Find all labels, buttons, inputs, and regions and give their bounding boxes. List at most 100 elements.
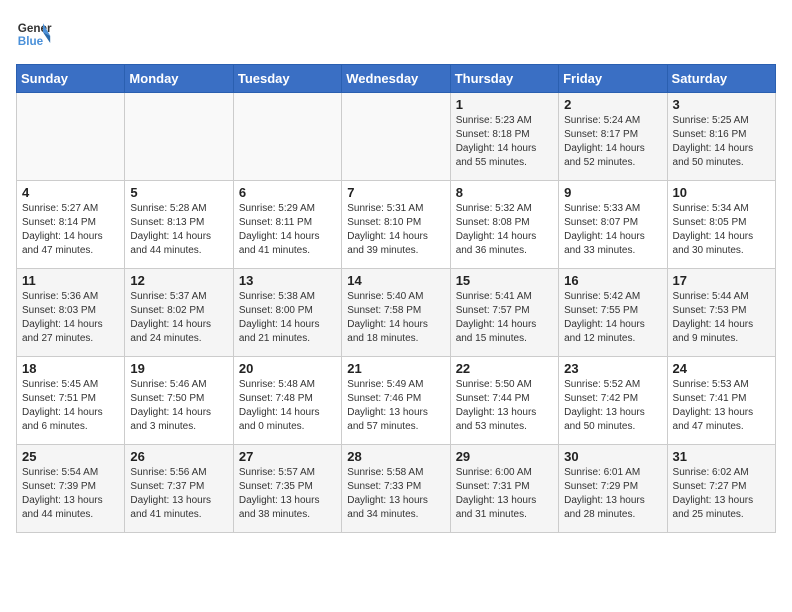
day-number: 28 — [347, 449, 444, 464]
logo: General Blue — [16, 16, 52, 52]
calendar-cell: 17 Sunrise: 5:44 AM Sunset: 7:53 PM Dayli… — [667, 269, 775, 357]
calendar-body: 1 Sunrise: 5:23 AM Sunset: 8:18 PM Daylig… — [17, 93, 776, 533]
calendar-cell: 27 Sunrise: 5:57 AM Sunset: 7:35 PM Dayli… — [233, 445, 341, 533]
calendar-cell: 5Sunrise: 5:28 AM Sunset: 8:13 PM Daylig… — [125, 181, 233, 269]
day-info: Sunrise: 5:58 AM Sunset: 7:33 PM Dayligh… — [347, 466, 444, 522]
day-number: 30 — [564, 449, 661, 464]
day-number: 24 — [673, 361, 770, 376]
day-number: 23 — [564, 361, 661, 376]
day-info: Sunrise: 5:33 AM Sunset: 8:07 PM Dayligh… — [564, 202, 661, 258]
day-number: 26 — [130, 449, 227, 464]
day-info: Sunrise: 6:00 AM Sunset: 7:31 PM Dayligh… — [456, 466, 553, 522]
day-number: 4 — [22, 185, 119, 200]
header-cell-sunday: Sunday — [17, 65, 125, 93]
day-number: 29 — [456, 449, 553, 464]
calendar-cell: 31 Sunrise: 6:02 AM Sunset: 7:27 PM Dayli… — [667, 445, 775, 533]
day-info: Sunrise: 5:57 AM Sunset: 7:35 PM Dayligh… — [239, 466, 336, 522]
day-number: 7 — [347, 185, 444, 200]
day-number: 11 — [22, 273, 119, 288]
day-number: 12 — [130, 273, 227, 288]
day-info: Sunrise: 5:23 AM Sunset: 8:18 PM Dayligh… — [456, 114, 553, 170]
day-number: 8 — [456, 185, 553, 200]
calendar-cell: 7 Sunrise: 5:31 AM Sunset: 8:10 PM Daylig… — [342, 181, 450, 269]
day-info: Sunrise: 5:53 AM Sunset: 7:41 PM Dayligh… — [673, 378, 770, 434]
day-info: Sunrise: 5:49 AM Sunset: 7:46 PM Dayligh… — [347, 378, 444, 434]
day-number: 22 — [456, 361, 553, 376]
day-number: 13 — [239, 273, 336, 288]
day-number: 31 — [673, 449, 770, 464]
calendar-cell: 28 Sunrise: 5:58 AM Sunset: 7:33 PM Dayli… — [342, 445, 450, 533]
calendar-cell: 4 Sunrise: 5:27 AM Sunset: 8:14 PM Daylig… — [17, 181, 125, 269]
day-info: Sunrise: 5:42 AM Sunset: 7:55 PM Dayligh… — [564, 290, 661, 346]
day-info: Sunrise: 5:50 AM Sunset: 7:44 PM Dayligh… — [456, 378, 553, 434]
week-row-1: 1 Sunrise: 5:23 AM Sunset: 8:18 PM Daylig… — [17, 93, 776, 181]
day-number: 19 — [130, 361, 227, 376]
day-info: Sunrise: 5:46 AM Sunset: 7:50 PM Dayligh… — [130, 378, 227, 434]
day-info: Sunrise: 5:27 AM Sunset: 8:14 PM Dayligh… — [22, 202, 119, 258]
calendar-cell: 24 Sunrise: 5:53 AM Sunset: 7:41 PM Dayli… — [667, 357, 775, 445]
calendar-cell: 12Sunrise: 5:37 AM Sunset: 8:02 PM Dayli… — [125, 269, 233, 357]
week-row-3: 11 Sunrise: 5:36 AM Sunset: 8:03 PM Dayli… — [17, 269, 776, 357]
day-number: 5 — [130, 185, 227, 200]
week-row-5: 25 Sunrise: 5:54 AM Sunset: 7:39 PM Dayli… — [17, 445, 776, 533]
week-row-2: 4 Sunrise: 5:27 AM Sunset: 8:14 PM Daylig… — [17, 181, 776, 269]
day-number: 2 — [564, 97, 661, 112]
day-info: Sunrise: 5:41 AM Sunset: 7:57 PM Dayligh… — [456, 290, 553, 346]
day-info: Sunrise: 5:52 AM Sunset: 7:42 PM Dayligh… — [564, 378, 661, 434]
day-number: 25 — [22, 449, 119, 464]
calendar-cell: 2Sunrise: 5:24 AM Sunset: 8:17 PM Daylig… — [559, 93, 667, 181]
svg-text:Blue: Blue — [18, 35, 44, 48]
day-number: 17 — [673, 273, 770, 288]
day-number: 3 — [673, 97, 770, 112]
header-cell-tuesday: Tuesday — [233, 65, 341, 93]
day-number: 9 — [564, 185, 661, 200]
day-info: Sunrise: 5:34 AM Sunset: 8:05 PM Dayligh… — [673, 202, 770, 258]
header-cell-friday: Friday — [559, 65, 667, 93]
calendar-header: SundayMondayTuesdayWednesdayThursdayFrid… — [17, 65, 776, 93]
header-cell-monday: Monday — [125, 65, 233, 93]
day-info: Sunrise: 5:31 AM Sunset: 8:10 PM Dayligh… — [347, 202, 444, 258]
week-row-4: 18 Sunrise: 5:45 AM Sunset: 7:51 PM Dayli… — [17, 357, 776, 445]
calendar-table: SundayMondayTuesdayWednesdayThursdayFrid… — [16, 64, 776, 533]
calendar-cell: 14Sunrise: 5:40 AM Sunset: 7:58 PM Dayli… — [342, 269, 450, 357]
day-number: 20 — [239, 361, 336, 376]
day-number: 6 — [239, 185, 336, 200]
calendar-cell: 9 Sunrise: 5:33 AM Sunset: 8:07 PM Daylig… — [559, 181, 667, 269]
header: General Blue — [16, 16, 776, 52]
day-info: Sunrise: 5:45 AM Sunset: 7:51 PM Dayligh… — [22, 378, 119, 434]
day-number: 18 — [22, 361, 119, 376]
header-cell-saturday: Saturday — [667, 65, 775, 93]
calendar-cell: 15 Sunrise: 5:41 AM Sunset: 7:57 PM Dayli… — [450, 269, 558, 357]
day-info: Sunrise: 5:44 AM Sunset: 7:53 PM Dayligh… — [673, 290, 770, 346]
day-number: 21 — [347, 361, 444, 376]
day-number: 27 — [239, 449, 336, 464]
day-info: Sunrise: 5:32 AM Sunset: 8:08 PM Dayligh… — [456, 202, 553, 258]
calendar-cell — [17, 93, 125, 181]
day-number: 15 — [456, 273, 553, 288]
calendar-cell: 30Sunrise: 6:01 AM Sunset: 7:29 PM Dayli… — [559, 445, 667, 533]
day-info: Sunrise: 6:02 AM Sunset: 7:27 PM Dayligh… — [673, 466, 770, 522]
calendar-cell: 18 Sunrise: 5:45 AM Sunset: 7:51 PM Dayli… — [17, 357, 125, 445]
day-info: Sunrise: 5:36 AM Sunset: 8:03 PM Dayligh… — [22, 290, 119, 346]
calendar-cell: 3 Sunrise: 5:25 AM Sunset: 8:16 PM Daylig… — [667, 93, 775, 181]
calendar-cell: 19 Sunrise: 5:46 AM Sunset: 7:50 PM Dayli… — [125, 357, 233, 445]
calendar-cell: 22 Sunrise: 5:50 AM Sunset: 7:44 PM Dayli… — [450, 357, 558, 445]
calendar-cell: 11 Sunrise: 5:36 AM Sunset: 8:03 PM Dayli… — [17, 269, 125, 357]
calendar-cell: 21 Sunrise: 5:49 AM Sunset: 7:46 PM Dayli… — [342, 357, 450, 445]
logo-icon: General Blue — [16, 16, 52, 52]
calendar-cell: 6 Sunrise: 5:29 AM Sunset: 8:11 PM Daylig… — [233, 181, 341, 269]
calendar-cell: 29 Sunrise: 6:00 AM Sunset: 7:31 PM Dayli… — [450, 445, 558, 533]
header-cell-thursday: Thursday — [450, 65, 558, 93]
day-info: Sunrise: 5:38 AM Sunset: 8:00 PM Dayligh… — [239, 290, 336, 346]
day-info: Sunrise: 5:29 AM Sunset: 8:11 PM Dayligh… — [239, 202, 336, 258]
day-number: 10 — [673, 185, 770, 200]
day-info: Sunrise: 5:25 AM Sunset: 8:16 PM Dayligh… — [673, 114, 770, 170]
day-number: 16 — [564, 273, 661, 288]
calendar-cell: 25 Sunrise: 5:54 AM Sunset: 7:39 PM Dayli… — [17, 445, 125, 533]
day-info: Sunrise: 5:54 AM Sunset: 7:39 PM Dayligh… — [22, 466, 119, 522]
day-number: 1 — [456, 97, 553, 112]
calendar-cell: 13 Sunrise: 5:38 AM Sunset: 8:00 PM Dayli… — [233, 269, 341, 357]
day-info: Sunrise: 5:56 AM Sunset: 7:37 PM Dayligh… — [130, 466, 227, 522]
calendar-cell — [125, 93, 233, 181]
calendar-cell — [342, 93, 450, 181]
